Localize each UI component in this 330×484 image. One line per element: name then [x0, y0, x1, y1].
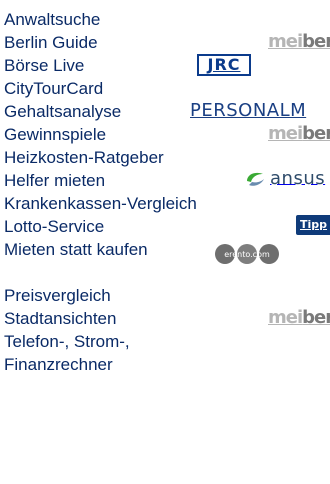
- ansus-swirl-icon: [247, 172, 264, 186]
- link-gehaltsanalyse[interactable]: Gehaltsanalyse: [4, 100, 121, 123]
- list-item: Stadtansichten meiber: [0, 305, 330, 330]
- meinberlin-logo-text-b: ber: [302, 123, 330, 144]
- meinberlin-logo[interactable]: meiber: [268, 124, 330, 144]
- meinberlin-logo-text-a: mei: [268, 123, 303, 144]
- list-item: CityTourCard: [0, 75, 330, 98]
- list-item: Heizkosten-Ratgeber: [0, 144, 330, 167]
- ansus-logo-text: ansus: [270, 168, 326, 189]
- meinberlin-logo-text-b: ber: [302, 307, 330, 328]
- personal-logo[interactable]: PERSONALM: [190, 100, 306, 122]
- meinberlin-logo-text-a: mei: [268, 307, 303, 328]
- link-anwaltsuche[interactable]: Anwaltsuche: [4, 8, 100, 31]
- link-krankenkassen-vergleich[interactable]: Krankenkassen-Vergleich: [4, 192, 197, 215]
- list-item: Helfer mieten ansus: [0, 167, 330, 190]
- link-stadtansichten[interactable]: Stadtansichten: [4, 307, 116, 330]
- meinberlin-logo-text-a: mei: [268, 31, 303, 52]
- link-boerse-live[interactable]: Börse Live: [4, 54, 84, 77]
- link-telefon-strom-finanzrechner[interactable]: Telefon-, Strom-, Finanzrechner: [4, 330, 154, 376]
- link-mieten-statt-kaufen[interactable]: Mieten statt kaufen: [4, 238, 154, 261]
- jrc-logo[interactable]: JRC: [197, 54, 251, 76]
- meinberlin-logo-text-b: ber: [302, 31, 330, 52]
- link-heizkosten-ratgeber[interactable]: Heizkosten-Ratgeber: [4, 146, 164, 169]
- meinberlin-logo[interactable]: meiber: [268, 308, 330, 328]
- list-item: Lotto-Service Tipp: [0, 213, 330, 236]
- list-item: Krankenkassen-Vergleich: [0, 190, 330, 213]
- link-lotto-service[interactable]: Lotto-Service: [4, 215, 104, 238]
- tipp-logo[interactable]: Tipp: [296, 215, 330, 235]
- list-item: Anwaltsuche: [0, 6, 330, 29]
- list-item: Preisvergleich: [0, 282, 330, 305]
- list-item: Gewinnspiele meiber: [0, 121, 330, 146]
- service-links-list: Anwaltsuche Berlin Guide meiber Börse Li…: [0, 0, 330, 374]
- link-gewinnspiele[interactable]: Gewinnspiele: [4, 123, 106, 146]
- list-item: Mieten statt kaufen erento.com: [0, 236, 330, 282]
- meinberlin-logo[interactable]: meiber: [268, 32, 330, 52]
- list-item: Gehaltsanalyse PERSONALM: [0, 98, 330, 121]
- ansus-logo[interactable]: ansus: [244, 168, 325, 189]
- list-item: Telefon-, Strom-, Finanzrechner: [0, 328, 330, 374]
- erento-logo[interactable]: erento.com: [214, 243, 280, 270]
- link-citytourcard[interactable]: CityTourCard: [4, 77, 103, 100]
- list-item: Börse Live JRC: [0, 52, 330, 77]
- erento-logo-text: erento.com: [224, 250, 270, 259]
- link-helfer-mieten[interactable]: Helfer mieten: [4, 169, 105, 192]
- list-item: Berlin Guide meiber: [0, 29, 330, 54]
- link-berlin-guide[interactable]: Berlin Guide: [4, 31, 98, 54]
- link-preisvergleich[interactable]: Preisvergleich: [4, 284, 111, 307]
- erento-circles-icon: erento.com: [215, 244, 279, 264]
